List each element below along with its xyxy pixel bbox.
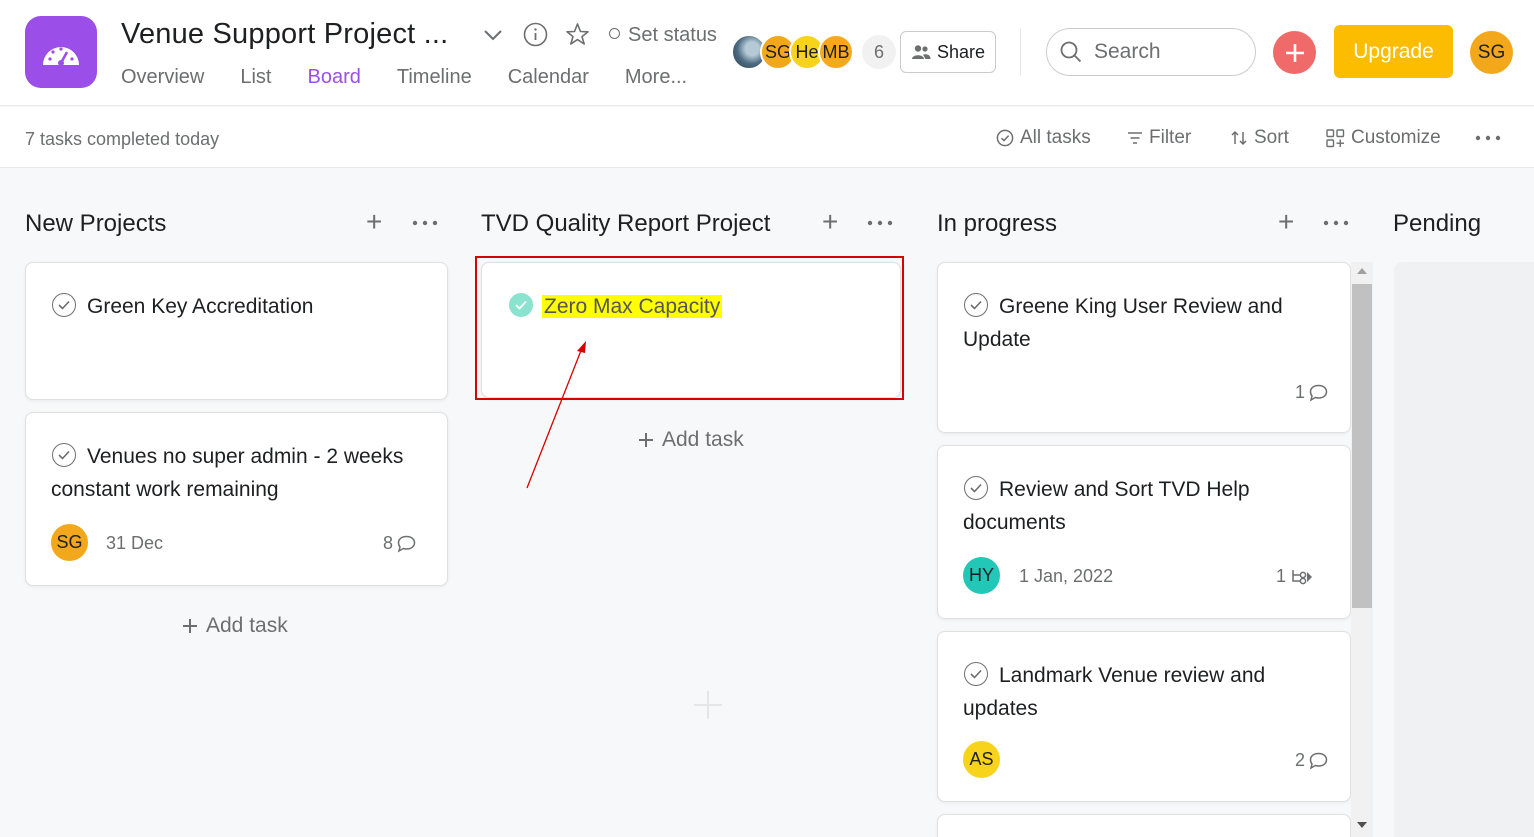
task-title: Green Key Accreditation [87,295,314,318]
complete-task-icon[interactable] [52,293,76,317]
column-title[interactable]: Pending [1393,210,1481,238]
all-tasks-label: All tasks [1020,127,1091,148]
comment-count-value: 1 [1295,382,1306,402]
due-date[interactable]: 1 Jan, 2022 [1019,566,1113,587]
share-label: Share [936,41,986,62]
customize-button[interactable]: Customize [1326,127,1441,149]
assignee-avatar[interactable]: SG [51,524,88,561]
member-count: 6 [862,35,896,69]
star-icon[interactable] [565,22,590,47]
assignee-avatar[interactable]: AS [963,741,1000,778]
faint-plus-icon [694,691,722,719]
people-icon [911,45,931,59]
filter-button[interactable]: Filter [1127,127,1191,149]
add-task-label: Add task [206,614,288,637]
plus-icon [639,433,653,447]
column-title[interactable]: TVD Quality Report Project [481,210,770,238]
highlighted-task-title: Zero Max Capacity [542,295,723,318]
task-title: Review and Sort TVD Help documents [963,478,1250,534]
search-input[interactable] [1094,40,1244,64]
set-status-label: Set status [628,24,717,46]
project-members[interactable]: SG He MB 6 [731,34,896,70]
subtask-icon [1292,569,1313,584]
share-button[interactable]: Share [900,31,996,73]
add-card-icon[interactable]: + [366,208,382,236]
filter-label: Filter [1149,127,1192,148]
more-options-icon[interactable] [1475,134,1501,142]
comment-count[interactable]: 2 [1295,750,1328,771]
task-card[interactable]: Venues no super admin - 2 weeks constant… [25,412,448,586]
add-task-button[interactable]: Add task [182,614,288,638]
column-more-icon[interactable] [1323,219,1349,227]
tab-overview[interactable]: Overview [121,66,204,100]
task-card[interactable]: Greene King User Review and Update 1 [937,262,1351,433]
task-card[interactable]: Green Key Accreditation [25,262,448,400]
top-bar: Venue Support Project ... Set status Ove… [0,0,1534,112]
sort-button[interactable]: Sort [1230,127,1289,149]
customize-label: Customize [1351,127,1441,148]
task-card-partial[interactable] [937,814,1351,837]
comment-icon [1309,752,1328,770]
comment-count[interactable]: 1 [1295,382,1328,403]
pending-column-body [1394,262,1534,837]
tasks-completed-today: 7 tasks completed today [25,129,220,149]
header-divider [1020,28,1021,76]
column-title[interactable]: New Projects [25,210,166,238]
sort-icon [1231,130,1247,146]
search-box[interactable] [1046,28,1256,76]
set-status-button[interactable]: Set status [609,24,717,47]
subtask-count[interactable]: 1 [1276,566,1313,587]
board-toolbar: 7 tasks completed today All tasks Filter… [0,107,1534,168]
info-icon[interactable] [523,22,548,47]
sort-label: Sort [1254,127,1289,148]
create-button[interactable] [1273,31,1316,74]
task-title: Venues no super admin - 2 weeks constant… [51,445,404,501]
tab-board[interactable]: Board [307,66,362,112]
status-dot-icon [609,28,620,39]
column-more-icon[interactable] [867,219,893,227]
search-icon [1060,41,1082,63]
add-card-icon[interactable]: + [1278,208,1294,236]
customize-grid-icon [1326,128,1345,147]
tab-timeline[interactable]: Timeline [397,66,472,100]
scroll-down-icon[interactable] [1356,820,1368,830]
add-task-button[interactable]: Add task [638,428,744,452]
check-circle-icon [996,129,1014,147]
plus-icon [183,619,197,633]
task-title: Landmark Venue review and updates [963,664,1266,720]
add-task-label: Add task [662,428,744,451]
task-card[interactable]: Review and Sort TVD Help documents HY 1 … [937,445,1351,619]
upgrade-button[interactable]: Upgrade [1334,25,1453,78]
project-dashboard-icon[interactable] [25,16,97,88]
tab-more[interactable]: More... [625,66,687,100]
filter-icon [1128,132,1142,144]
comment-count-value: 2 [1295,750,1306,770]
assignee-avatar[interactable]: HY [963,557,1000,594]
user-avatar[interactable]: SG [1470,31,1513,74]
due-date[interactable]: 31 Dec [106,533,163,554]
scrollbar-thumb[interactable] [1352,284,1372,608]
project-title[interactable]: Venue Support Project ... [121,18,448,51]
annotation-arrow-icon [526,341,586,489]
member-avatar: MB [818,34,854,70]
task-title: Zero Max Capacity [542,290,882,323]
comment-icon [397,535,416,553]
subtask-count-value: 1 [1276,566,1287,586]
scroll-up-icon[interactable] [1356,266,1368,276]
project-tabs: Overview List Board Timeline Calendar Mo… [121,66,723,112]
task-title: Greene King User Review and Update [963,295,1283,351]
comment-count-value: 8 [383,533,394,553]
column-title[interactable]: In progress [937,210,1057,238]
add-card-icon[interactable]: + [822,208,838,236]
completed-task-icon[interactable] [509,293,533,317]
plus-icon [1285,43,1304,62]
tab-calendar[interactable]: Calendar [508,66,589,100]
task-card[interactable]: Landmark Venue review and updates AS 2 [937,631,1351,802]
chevron-down-icon[interactable] [482,26,504,44]
column-more-icon[interactable] [412,219,438,227]
all-tasks-button[interactable]: All tasks [996,127,1091,149]
comment-count[interactable]: 8 [383,533,416,554]
comment-icon [1309,384,1328,402]
tab-list[interactable]: List [240,66,271,100]
